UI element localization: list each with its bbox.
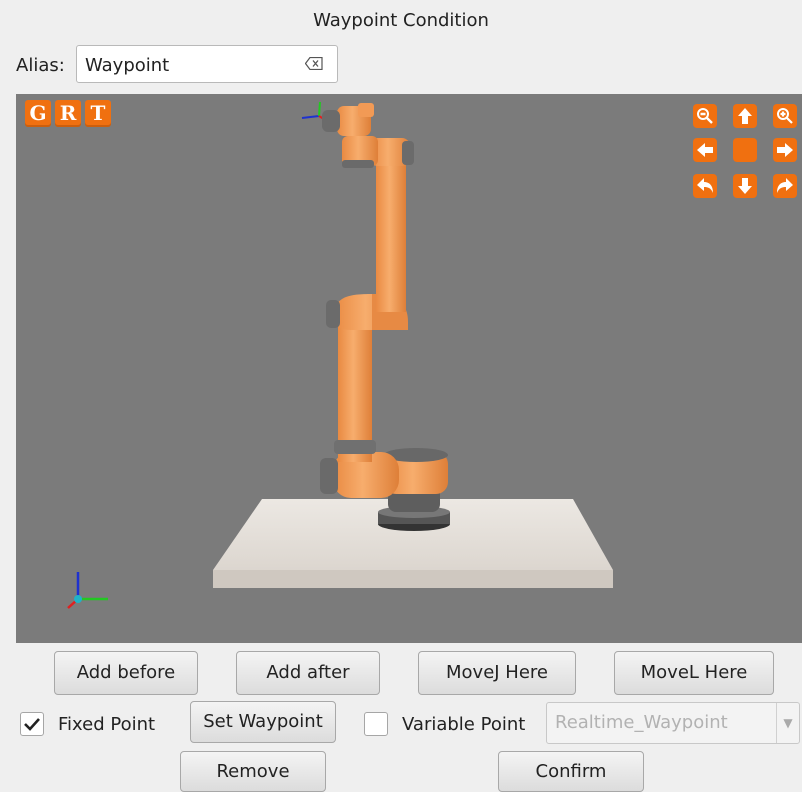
- robot-scene: [67, 101, 613, 609]
- add-after-button[interactable]: Add after: [236, 651, 380, 695]
- robot-lower-arm: [320, 302, 399, 498]
- dropdown-arrow-icon[interactable]: ▼: [776, 703, 799, 743]
- variable-waypoint-select[interactable]: Realtime_Waypoint ▼: [546, 702, 800, 744]
- fixed-point-checkbox[interactable]: [20, 712, 44, 736]
- movel-here-button[interactable]: MoveL Here: [614, 651, 774, 695]
- world-axes-icon: [67, 572, 108, 609]
- variable-point-checkbox[interactable]: [364, 712, 388, 736]
- add-before-button[interactable]: Add before: [54, 651, 198, 695]
- remove-button[interactable]: Remove: [180, 751, 326, 792]
- alias-input[interactable]: [83, 50, 307, 80]
- robot-wrist: [322, 103, 378, 168]
- select-value: Realtime_Waypoint: [555, 712, 728, 733]
- robot-3d-viewport[interactable]: G R T: [16, 94, 802, 643]
- movej-here-button[interactable]: MoveJ Here: [418, 651, 576, 695]
- robot-upper-arm: [370, 138, 414, 312]
- alias-label: Alias:: [16, 55, 65, 76]
- confirm-button[interactable]: Confirm: [498, 751, 644, 792]
- checkmark-icon: [24, 718, 40, 731]
- clear-text-icon[interactable]: [305, 57, 323, 70]
- alias-field[interactable]: [76, 45, 338, 83]
- variable-point-label: Variable Point: [402, 714, 526, 735]
- set-waypoint-button[interactable]: Set Waypoint: [190, 701, 336, 743]
- window-title: Waypoint Condition: [313, 10, 489, 31]
- fixed-point-label: Fixed Point: [58, 714, 156, 735]
